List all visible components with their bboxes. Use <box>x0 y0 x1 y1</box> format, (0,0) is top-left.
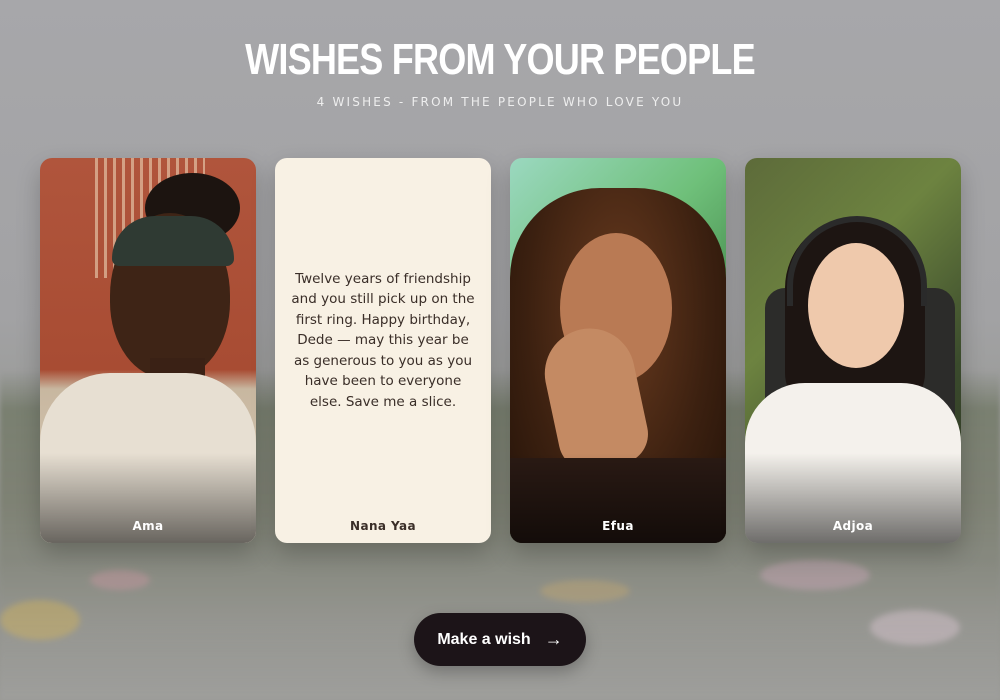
flower-blur <box>760 560 870 590</box>
flower-blur <box>90 570 150 590</box>
make-a-wish-button[interactable]: Make a wish → <box>414 613 586 666</box>
wish-card-text[interactable]: Twelve years of friendship and you still… <box>275 158 491 543</box>
flower-blur <box>0 600 80 640</box>
card-name: Nana Yaa <box>350 519 416 533</box>
card-name: Adjoa <box>832 519 874 533</box>
card-name: Ama <box>132 519 164 533</box>
wish-cards: Ama Twelve years of friendship and you s… <box>40 158 961 543</box>
portrait-headband <box>112 216 234 266</box>
wish-message: Twelve years of friendship and you still… <box>291 270 475 410</box>
flower-blur <box>870 610 960 645</box>
wish-card-video[interactable]: Efua <box>510 158 726 543</box>
arrow-right-icon: → <box>544 629 563 649</box>
card-name: Efua <box>602 519 634 533</box>
flower-blur <box>540 580 630 602</box>
page-title: WISHES FROM YOUR PEOPLE <box>245 35 756 84</box>
make-a-wish-label: Make a wish <box>437 630 531 648</box>
headset-icon <box>787 216 927 306</box>
wish-card-video[interactable]: Ama <box>40 158 256 543</box>
page-subtitle: 4 WISHES - FROM THE PEOPLE WHO LOVE YOU <box>316 95 684 109</box>
wish-card-video[interactable]: Adjoa <box>745 158 961 543</box>
